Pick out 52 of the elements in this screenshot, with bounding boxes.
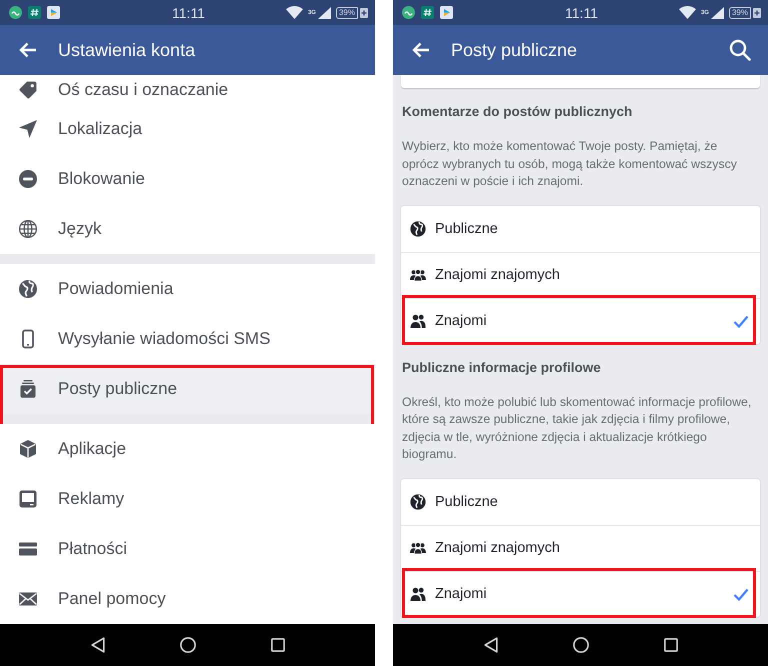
wave-circle-icon (402, 6, 415, 19)
play-icon (47, 6, 60, 19)
signal-icon (318, 6, 331, 18)
globe-icon (410, 220, 426, 236)
clock-time: 11:11 (565, 4, 598, 20)
settings-item[interactable]: Posty publiczne (0, 364, 375, 414)
home-circle-icon (180, 637, 196, 653)
audience-option[interactable]: Znajomi znajomych (401, 252, 760, 298)
two-people-icon (410, 586, 426, 602)
section-heading: Publiczne informacje profilowe (401, 358, 602, 376)
section-heading: Komentarze do postów publicznych (401, 103, 634, 121)
recents-square-icon (270, 638, 284, 652)
audience-option[interactable]: Znajomi (401, 298, 760, 344)
recents-square-icon (664, 638, 678, 652)
screen-title: Ustawienia konta (58, 39, 196, 61)
tag-icon (18, 80, 38, 100)
audience-option[interactable]: Znajomi (401, 570, 760, 616)
battery-level: 39% (728, 6, 751, 18)
back-triangle-icon (484, 637, 498, 653)
signal-icon (710, 6, 724, 18)
section-description: Określ, kto może polubić lub skomentować informacje profilowe, które są zawsze publiczne, takie jak zdjęcia i filmy profilowe, zdjęcia w tle, wyróżnione zdjęcia i aktualizacje krótkiego biogramu. (401, 394, 752, 463)
back-arrow-icon (19, 42, 37, 58)
wave-circle-icon (9, 6, 22, 19)
wifi-icon (678, 6, 696, 19)
hashtag-icon (421, 6, 434, 19)
search-icon (729, 39, 751, 61)
cube-icon (18, 439, 38, 459)
charging-icon (360, 8, 368, 18)
clock-time: 11:11 (172, 4, 205, 20)
wifi-icon (286, 6, 303, 19)
two-people-icon (410, 313, 426, 329)
audience-option[interactable]: Znajomi znajomych (401, 524, 760, 570)
hashtag-icon (28, 6, 41, 19)
charging-icon (753, 8, 761, 18)
checked-box-stack-icon (18, 379, 38, 399)
minus-circle-icon (18, 169, 38, 189)
three-people-icon (410, 267, 426, 283)
home-circle-icon (572, 637, 588, 653)
screen-title: Posty publiczne (451, 39, 578, 61)
audience-option[interactable]: Publiczne (401, 478, 760, 524)
navigation-arrow-icon (18, 119, 38, 139)
globe-icon (18, 219, 38, 239)
earth-icon (18, 279, 38, 299)
screen-icon (18, 489, 38, 509)
audience-option[interactable]: Publiczne (401, 206, 760, 252)
back-arrow-icon (412, 42, 430, 58)
play-icon (440, 6, 453, 19)
battery-level: 39% (336, 6, 358, 18)
globe-icon (410, 494, 426, 510)
three-people-icon (410, 540, 426, 556)
back-triangle-icon (90, 637, 104, 653)
section-description: Wybierz, kto może komentować Twoje posty. Pamiętaj, że oprócz wybranych tu osób, mogą także komentować wszyscy oznaczeni w poście i ich znajomi. (401, 138, 738, 190)
